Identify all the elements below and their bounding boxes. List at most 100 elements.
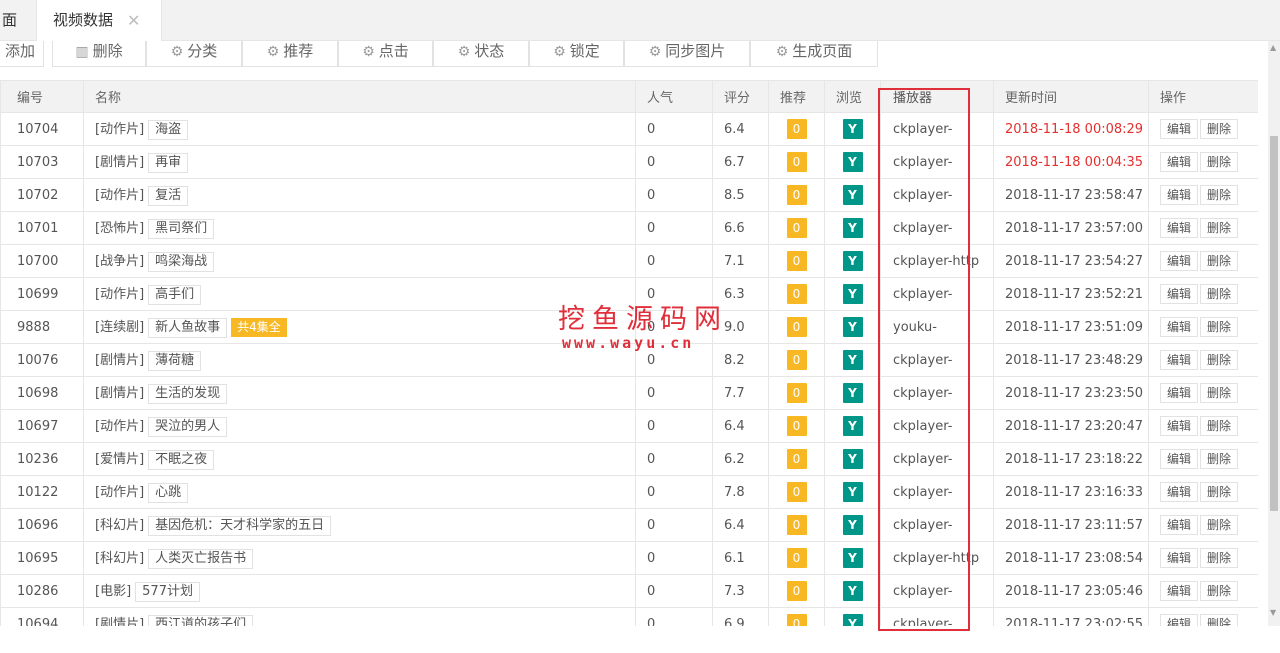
video-category[interactable]: [连续剧] xyxy=(95,320,144,335)
edit-button[interactable]: 编辑 xyxy=(1160,350,1199,370)
scrollbar-thumb[interactable] xyxy=(1270,136,1278,511)
recommend-badge[interactable]: 0 xyxy=(786,449,807,469)
video-category[interactable]: [剧情片] xyxy=(95,617,144,626)
video-name[interactable]: 再审 xyxy=(148,153,189,173)
browse-badge[interactable]: Y xyxy=(842,449,863,469)
delete-button[interactable]: ▥ 删除 xyxy=(52,41,146,67)
edit-button[interactable]: 编辑 xyxy=(1160,383,1199,403)
edit-button[interactable]: 编辑 xyxy=(1160,416,1199,436)
video-name[interactable]: 海盗 xyxy=(148,120,189,140)
video-name[interactable]: 基因危机：天才科学家的五日 xyxy=(148,516,332,536)
recommend-badge[interactable]: 0 xyxy=(786,416,807,436)
recommend-badge[interactable]: 0 xyxy=(786,482,807,502)
row-delete-button[interactable]: 删除 xyxy=(1200,515,1239,535)
edit-button[interactable]: 编辑 xyxy=(1160,614,1199,626)
edit-button[interactable]: 编辑 xyxy=(1160,581,1199,601)
video-category[interactable]: [动作片] xyxy=(95,485,144,500)
video-name[interactable]: 人类灭亡报告书 xyxy=(148,549,254,569)
video-category[interactable]: [动作片] xyxy=(95,419,144,434)
column-header-score[interactable]: 评分 xyxy=(712,80,769,113)
row-delete-button[interactable]: 删除 xyxy=(1200,416,1239,436)
generate-page-button[interactable]: ⚙ 生成页面 xyxy=(750,41,878,67)
browse-badge[interactable]: Y xyxy=(842,152,863,172)
tab-video-data[interactable]: 视频数据 ✕ xyxy=(36,0,162,42)
lock-button[interactable]: ⚙ 锁定 xyxy=(529,41,624,67)
video-name[interactable]: 鸣梁海战 xyxy=(148,252,215,272)
row-delete-button[interactable]: 删除 xyxy=(1200,251,1239,271)
recommend-badge[interactable]: 0 xyxy=(786,581,807,601)
recommend-button[interactable]: ⚙ 推荐 xyxy=(242,41,338,67)
video-category[interactable]: [恐怖片] xyxy=(95,221,144,236)
row-delete-button[interactable]: 删除 xyxy=(1200,449,1239,469)
row-delete-button[interactable]: 删除 xyxy=(1200,581,1239,601)
edit-button[interactable]: 编辑 xyxy=(1160,218,1199,238)
video-category[interactable]: [科幻片] xyxy=(95,518,144,533)
close-icon[interactable]: ✕ xyxy=(127,0,140,41)
video-category[interactable]: [剧情片] xyxy=(95,386,144,401)
recommend-badge[interactable]: 0 xyxy=(786,614,807,626)
browse-badge[interactable]: Y xyxy=(842,350,863,370)
video-category[interactable]: [剧情片] xyxy=(95,155,144,170)
browse-badge[interactable]: Y xyxy=(842,383,863,403)
browse-badge[interactable]: Y xyxy=(842,515,863,535)
scroll-down-icon[interactable]: ▼ xyxy=(1270,608,1276,617)
browse-badge[interactable]: Y xyxy=(842,548,863,568)
row-delete-button[interactable]: 删除 xyxy=(1200,614,1239,626)
row-delete-button[interactable]: 删除 xyxy=(1200,284,1239,304)
video-name[interactable]: 新人鱼故事 xyxy=(148,318,228,338)
row-delete-button[interactable]: 删除 xyxy=(1200,350,1239,370)
video-name[interactable]: 黑司祭们 xyxy=(148,219,215,239)
video-category[interactable]: [爱情片] xyxy=(95,452,144,467)
column-header-browse[interactable]: 浏览 xyxy=(824,80,881,113)
row-delete-button[interactable]: 删除 xyxy=(1200,119,1239,139)
browse-badge[interactable]: Y xyxy=(842,581,863,601)
edit-button[interactable]: 编辑 xyxy=(1160,548,1199,568)
row-delete-button[interactable]: 删除 xyxy=(1200,482,1239,502)
edit-button[interactable]: 编辑 xyxy=(1160,284,1199,304)
recommend-badge[interactable]: 0 xyxy=(786,515,807,535)
browse-badge[interactable]: Y xyxy=(842,614,863,626)
video-category[interactable]: [动作片] xyxy=(95,122,144,137)
video-name[interactable]: 西江道的孩子们 xyxy=(148,615,254,626)
edit-button[interactable]: 编辑 xyxy=(1160,152,1199,172)
column-header-recommend[interactable]: 推荐 xyxy=(768,80,825,113)
scroll-up-icon[interactable]: ▲ xyxy=(1270,43,1276,52)
row-delete-button[interactable]: 删除 xyxy=(1200,185,1239,205)
edit-button[interactable]: 编辑 xyxy=(1160,317,1199,337)
column-header-player[interactable]: 播放器 xyxy=(880,80,994,113)
column-header-update-time[interactable]: 更新时间 xyxy=(993,80,1149,113)
recommend-badge[interactable]: 0 xyxy=(786,317,807,337)
video-category[interactable]: [动作片] xyxy=(95,287,144,302)
column-header-popularity[interactable]: 人气 xyxy=(635,80,713,113)
browse-badge[interactable]: Y xyxy=(842,482,863,502)
video-name[interactable]: 心跳 xyxy=(148,483,189,503)
row-delete-button[interactable]: 删除 xyxy=(1200,152,1239,172)
video-name[interactable]: 不眠之夜 xyxy=(148,450,215,470)
browse-badge[interactable]: Y xyxy=(842,284,863,304)
recommend-badge[interactable]: 0 xyxy=(786,119,807,139)
edit-button[interactable]: 编辑 xyxy=(1160,515,1199,535)
edit-button[interactable]: 编辑 xyxy=(1160,482,1199,502)
recommend-badge[interactable]: 0 xyxy=(786,350,807,370)
row-delete-button[interactable]: 删除 xyxy=(1200,218,1239,238)
recommend-badge[interactable]: 0 xyxy=(786,383,807,403)
tab-home[interactable]: 面 xyxy=(0,0,36,41)
browse-badge[interactable]: Y xyxy=(842,218,863,238)
edit-button[interactable]: 编辑 xyxy=(1160,185,1199,205)
edit-button[interactable]: 编辑 xyxy=(1160,449,1199,469)
column-header-name[interactable]: 名称 xyxy=(83,80,636,113)
video-category[interactable]: [剧情片] xyxy=(95,353,144,368)
column-header-id[interactable]: 编号 xyxy=(0,80,84,113)
edit-button[interactable]: 编辑 xyxy=(1160,119,1199,139)
edit-button[interactable]: 编辑 xyxy=(1160,251,1199,271)
video-category[interactable]: [动作片] xyxy=(95,188,144,203)
recommend-badge[interactable]: 0 xyxy=(786,218,807,238)
video-name[interactable]: 生活的发现 xyxy=(148,384,228,404)
recommend-badge[interactable]: 0 xyxy=(786,548,807,568)
row-delete-button[interactable]: 删除 xyxy=(1200,548,1239,568)
video-category[interactable]: [科幻片] xyxy=(95,551,144,566)
browse-badge[interactable]: Y xyxy=(842,416,863,436)
status-button[interactable]: ⚙ 状态 xyxy=(433,41,529,67)
sync-images-button[interactable]: ⚙ 同步图片 xyxy=(624,41,750,67)
recommend-badge[interactable]: 0 xyxy=(786,251,807,271)
